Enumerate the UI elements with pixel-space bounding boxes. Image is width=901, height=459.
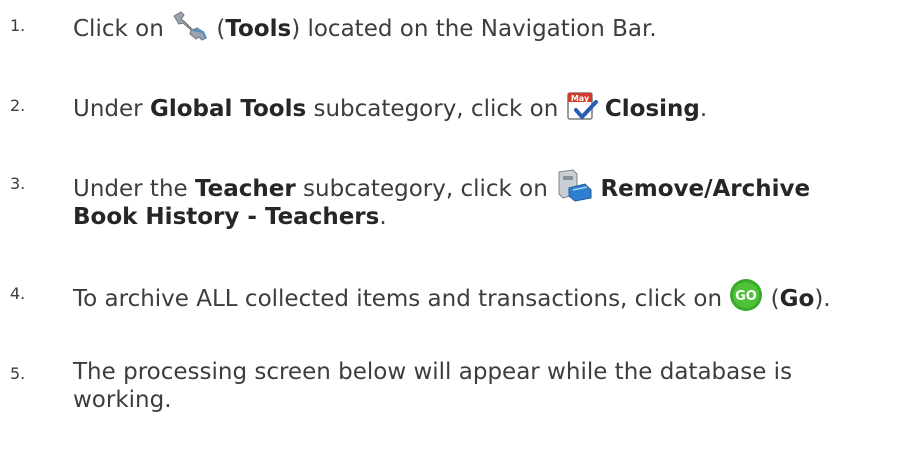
step-number: 4.: [10, 284, 26, 303]
step-text: Under the Teacher subcategory, click on …: [73, 168, 810, 231]
step-number: 5.: [10, 364, 26, 383]
svg-text:GO: GO: [735, 289, 757, 304]
instruction-page: 1. Click on (Tools) located on the Navig…: [0, 0, 901, 459]
wrench-icon: [171, 10, 209, 42]
go-icon: GO: [729, 278, 763, 312]
step-text: To archive ALL collected items and trans…: [73, 278, 831, 313]
step-number: 3.: [10, 174, 26, 193]
step-number: 1.: [10, 16, 26, 35]
step-number: 2.: [10, 96, 26, 115]
step-text: Click on (Tools) located on the Navigati…: [73, 10, 657, 43]
calendar-check-icon: May: [566, 90, 598, 122]
svg-text:May: May: [570, 94, 589, 103]
step-text: The processing screen below will appear …: [73, 359, 793, 413]
step-text: Under Global Tools subcategory, click on…: [73, 90, 707, 123]
archive-box-icon: [555, 168, 593, 202]
